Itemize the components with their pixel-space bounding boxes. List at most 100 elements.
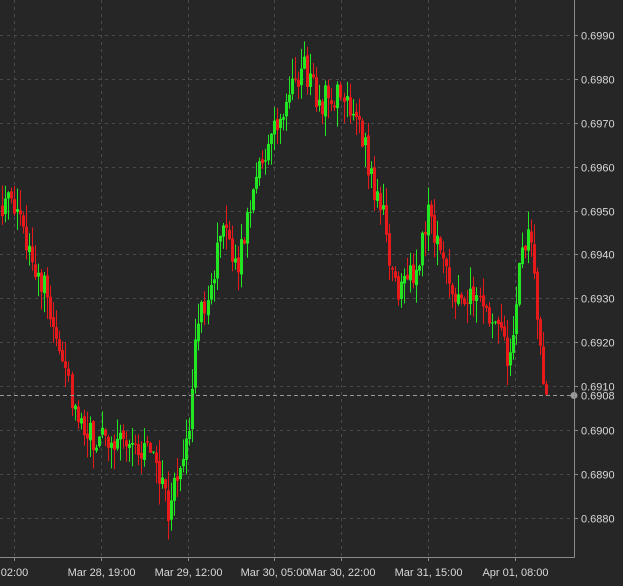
candle-body [339,84,342,98]
candle-body [343,97,346,102]
candle-body [324,85,327,117]
candle-body [439,237,442,251]
chart-background [0,0,623,581]
candle-body [243,240,246,244]
candle-body [430,204,433,217]
candle [252,188,255,214]
x-tick-label: Mar 31, 15:00 [395,567,463,579]
candle-body [521,247,524,265]
candle-body [216,242,219,279]
y-tick-label: 0.6970 [581,119,615,131]
candle-body [98,436,101,447]
candle-body [394,271,397,278]
candle-body [7,192,10,199]
candle-body [421,232,424,266]
candle-body [128,444,131,448]
candle-body [454,293,457,303]
candle-body [222,225,225,237]
candle-body [182,458,185,467]
candle-body [346,95,349,101]
candle-body [164,479,167,489]
candle-body [19,210,22,215]
candle-body [327,85,330,99]
candle-body [533,244,536,274]
candle-body [463,298,466,304]
candle-body [67,368,70,376]
candle-body [225,224,228,229]
candle-body [530,231,533,243]
candle-body [113,440,116,450]
candle-body [388,233,391,266]
candle-body [409,265,412,281]
candle-body [231,238,234,262]
candle [98,436,101,448]
candle-body [203,301,206,314]
candle-body [352,113,355,116]
candle-body [43,275,46,294]
candle-body [34,264,37,278]
candle-body [460,294,463,299]
candle-body [152,451,155,453]
candle-body [83,416,86,436]
candle-body [376,191,379,201]
candle-body [433,215,436,243]
candle-body [122,430,125,439]
candle-body [288,94,291,103]
candle-body [349,97,352,116]
candle-body [80,418,83,424]
candle-body [107,436,110,448]
candle-body [185,438,188,460]
candle-body [261,159,264,164]
candle-body [542,346,545,385]
candle-body [485,305,488,308]
candle-body [330,100,333,105]
candle-body [188,430,191,440]
x-tick-label: Mar 29, 12:00 [155,567,223,579]
candle-body [515,304,518,335]
candle-body [119,432,122,440]
x-tick-label: Mar 28, 19:00 [68,567,136,579]
candle-body [273,120,276,135]
y-tick-label: 0.6920 [581,338,615,350]
candle-body [240,239,243,275]
candle-body [22,215,25,227]
y-tick-label: 0.6910 [581,382,615,394]
candle-body [234,258,237,263]
candle-body [488,307,491,324]
candle-body [161,477,164,485]
candle-body [276,119,279,131]
candle-body [167,490,170,522]
candle-body [364,137,367,146]
candle-body [207,300,210,316]
candle-body [95,447,98,451]
candle-body [545,384,548,395]
candle-body [424,232,427,235]
candle-body [318,99,321,106]
candle-body [249,211,252,213]
candle-body [28,245,31,253]
candle-body [270,133,273,144]
candle-body [16,209,19,213]
y-tick-label: 0.6950 [581,207,615,219]
candle-body [134,443,137,445]
x-tick-label: Apr 01, 08:00 [482,567,548,579]
price-chart-svg: 0.6908 0.68800.68900.69000.69100.69200.6… [0,0,623,581]
x-tick-label: 02:00 [1,567,29,579]
candle-body [170,500,173,520]
candle-body [143,443,146,460]
candle-body [213,279,216,284]
candle [518,262,521,307]
candle-body [258,161,261,179]
candle-body [367,135,370,176]
candle-body [267,143,270,161]
candle-body [373,167,376,200]
candle [149,441,152,453]
candle-body [385,204,388,235]
y-tick-label: 0.6980 [581,75,615,87]
candle-body [210,284,213,300]
candle-body [116,438,119,449]
candle-body [279,118,282,129]
candle-body [448,267,451,284]
candle-body [194,339,197,388]
candle-body [92,421,95,450]
